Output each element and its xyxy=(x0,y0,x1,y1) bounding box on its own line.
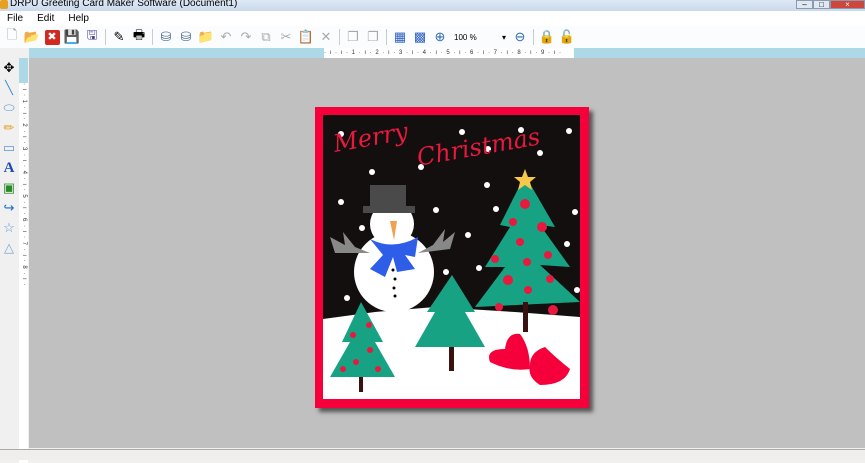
menu-file[interactable]: File xyxy=(0,11,30,26)
title-bar: DRPU Greeting Card Maker Software (Docum… xyxy=(0,0,865,11)
curve-tool-icon[interactable]: ↪ xyxy=(0,198,18,218)
open-folder-icon[interactable]: 📁 xyxy=(197,28,215,46)
maximize-button[interactable]: □ xyxy=(813,0,830,9)
zoom-select[interactable]: 100 % ▾ xyxy=(451,29,509,45)
zoom-in-icon[interactable]: ⊕ xyxy=(431,28,449,46)
ellipse-tool-icon[interactable]: ⬭ xyxy=(0,98,18,118)
database-icon[interactable]: ⛁ xyxy=(177,28,195,46)
star-tool-icon[interactable]: ☆ xyxy=(0,218,18,238)
ruler-ticks: · ı · 1 · ı · 2 · ı · 3 · ı · 4 · ı · 5 … xyxy=(19,83,28,463)
undo-icon[interactable]: ↶ xyxy=(217,28,235,46)
select-tool-icon[interactable]: ✥ xyxy=(0,58,18,78)
open-icon[interactable]: 📂 xyxy=(23,28,41,46)
triangle-tool-icon[interactable]: △ xyxy=(0,238,18,258)
close-button[interactable]: × xyxy=(830,0,865,9)
save-as-icon[interactable]: 🖫 xyxy=(83,27,101,46)
print-icon[interactable]: 🖶 xyxy=(130,27,148,46)
zoom-out-icon[interactable]: ⊖ xyxy=(511,28,529,46)
horizontal-ruler: · ı · ı · 1 · ı · 2 · ı · 3 · ı · 4 · ı … xyxy=(29,48,865,58)
grid-dots-icon[interactable]: ▩ xyxy=(411,28,429,46)
status-bar xyxy=(0,449,865,460)
ruler-ticks: · ı · ı · 1 · ı · 2 · ı · 3 · ı · 4 · ı … xyxy=(324,48,574,58)
window-title: DRPU Greeting Card Maker Software (Docum… xyxy=(10,0,238,9)
toolbar: 🗋 📂 ✖ 💾 🖫 ✎ 🖶 ⛁ ⛁ 📁 ↶ ↷ ⧉ ✂ 📋 ✕ ❐ ❐ ▦ ▩ … xyxy=(0,26,865,48)
unlock-icon[interactable]: 🔓 xyxy=(558,28,576,46)
text-tool-icon[interactable]: A xyxy=(0,158,18,178)
database-import-icon[interactable]: ⛁ xyxy=(157,28,175,46)
line-tool-icon[interactable]: ╲ xyxy=(0,78,18,98)
image-tool-icon[interactable]: ▣ xyxy=(0,178,18,198)
menu-help[interactable]: Help xyxy=(61,11,96,26)
send-back-icon[interactable]: ❐ xyxy=(364,28,382,46)
cut-icon[interactable]: ✂ xyxy=(277,28,295,46)
save-icon[interactable]: 💾 xyxy=(63,28,81,46)
lock-icon[interactable]: 🔒 xyxy=(538,28,556,46)
zoom-value: 100 % xyxy=(454,32,477,42)
menu-edit[interactable]: Edit xyxy=(30,11,61,26)
bring-front-icon[interactable]: ❐ xyxy=(344,28,362,46)
vertical-ruler: · ı · 1 · ı · 2 · ı · 3 · ı · 4 · ı · 5 … xyxy=(19,58,28,463)
design-canvas[interactable]: Merry Christmas xyxy=(29,58,865,448)
drawing-tools: ✥ ╲ ⬭ ✏ ▭ A ▣ ↪ ☆ △ xyxy=(0,58,18,448)
copy-icon[interactable]: ⧉ xyxy=(257,28,275,46)
menu-bar: File Edit Help xyxy=(0,11,865,26)
edit-icon[interactable]: ✎ xyxy=(110,28,128,46)
pencil-tool-icon[interactable]: ✏ xyxy=(0,118,18,138)
paste-icon[interactable]: 📋 xyxy=(297,28,315,46)
grid-icon[interactable]: ▦ xyxy=(391,28,409,46)
app-icon xyxy=(0,0,8,9)
rectangle-tool-icon[interactable]: ▭ xyxy=(0,138,18,158)
minimize-button[interactable]: – xyxy=(796,0,813,9)
new-icon[interactable]: 🗋 xyxy=(3,27,21,46)
delete-icon[interactable]: ✕ xyxy=(317,28,335,46)
chevron-down-icon: ▾ xyxy=(501,32,506,42)
close-doc-icon[interactable]: ✖ xyxy=(43,28,61,46)
redo-icon[interactable]: ↷ xyxy=(237,28,255,46)
greeting-card[interactable]: Merry Christmas xyxy=(315,107,589,408)
